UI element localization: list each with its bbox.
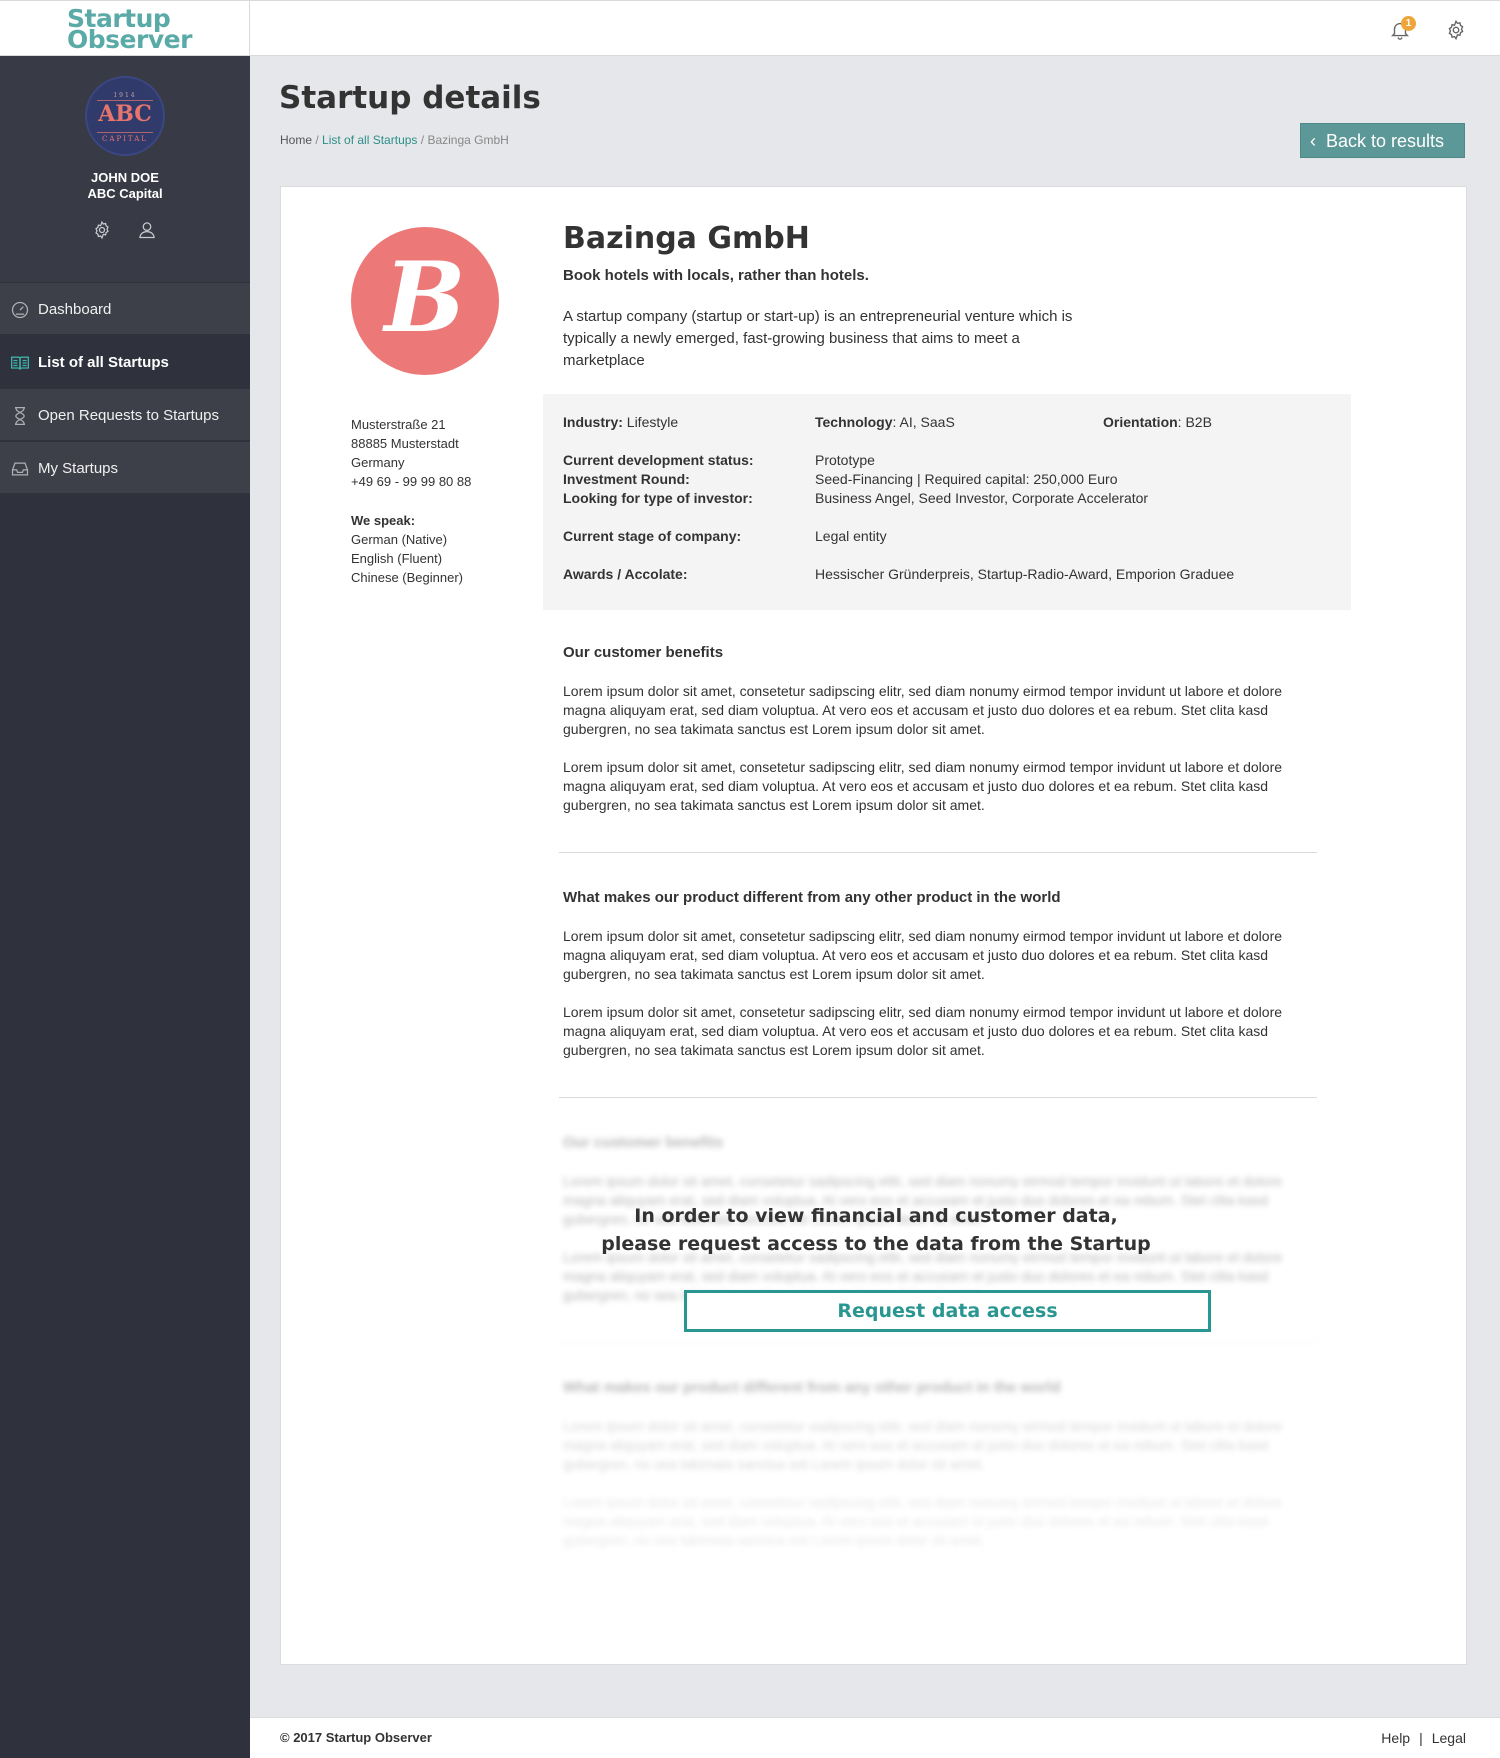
language-item: English (Fluent): [351, 551, 443, 566]
sidebar-item-label: List of all Startups: [38, 354, 169, 371]
sidebar-item-my-startups[interactable]: My Startups: [0, 442, 250, 495]
chevron-left-icon: ‹: [1310, 131, 1316, 151]
languages-heading: We speak:: [351, 513, 416, 528]
locked-section-divider: [559, 1342, 1317, 1343]
orientation-field: Orientation: B2B: [1103, 414, 1212, 430]
avatar-year: 1914: [113, 92, 137, 99]
industry-label: Industry:: [563, 414, 623, 430]
avatar-mark: ABC: [98, 101, 152, 127]
locked-section-paragraph: Lorem ipsum dolor sit amet, consetetur s…: [563, 1418, 1283, 1472]
sidebar-item-label: Open Requests to Startups: [38, 407, 219, 424]
startup-name: Bazinga GmbH: [563, 221, 810, 256]
section-heading: What makes our product different from an…: [563, 889, 1061, 906]
address-street: Musterstraße 21: [351, 417, 446, 432]
back-to-results-button[interactable]: ‹ Back to results: [1300, 123, 1465, 158]
footer-legal-link[interactable]: Legal: [1432, 1730, 1466, 1746]
data-access-message-line-2: please request access to the data from t…: [601, 1233, 1151, 1255]
section-paragraph: Lorem ipsum dolor sit amet, consetetur s…: [563, 928, 1283, 982]
logo-line-2: Observer: [67, 25, 192, 54]
locked-section-paragraph: Lorem ipsum dolor sit amet, consetetur s…: [563, 1494, 1283, 1548]
investor-type-label: Looking for type of investor:: [563, 490, 753, 506]
breadcrumb-current: Bazinga GmbH: [427, 133, 509, 147]
awards-label: Awards / Accolate:: [563, 566, 688, 582]
section-paragraph: Lorem ipsum dolor sit amet, consetetur s…: [563, 759, 1283, 813]
section-heading: Our customer benefits: [563, 644, 724, 661]
technology-value: : AI, SaaS: [892, 414, 955, 430]
dev-status-label: Current development status:: [563, 452, 754, 468]
industry-value: Lifestyle: [626, 414, 679, 430]
page-title: Startup details: [279, 80, 541, 116]
investor-type-value: Business Angel, Seed Investor, Corporate…: [815, 490, 1149, 506]
startup-description: A startup company (startup or start-up) …: [563, 308, 1073, 369]
data-access-message-line-1: In order to view financial and customer …: [634, 1205, 1118, 1227]
language-item: German (Native): [351, 532, 448, 547]
section-paragraph: Lorem ipsum dolor sit amet, consetetur s…: [563, 683, 1283, 737]
startup-address: Musterstraße 21 88885 Musterstadt German…: [351, 415, 471, 491]
avatar[interactable]: 1914 ABC CAPITAL: [85, 76, 165, 156]
app-logo[interactable]: Startup Observer: [0, 1, 250, 56]
hourglass-icon: [15, 407, 25, 425]
startup-logo-letter: B: [384, 241, 466, 354]
sidebar: 1914 ABC CAPITAL JOHN DOE ABC Capital Da…: [0, 56, 250, 1758]
investment-round-label: Investment Round:: [563, 471, 690, 487]
footer-divider: |: [1419, 1730, 1423, 1746]
locked-section-heading: Our customer benefits: [563, 1134, 724, 1151]
avatar-rule-bottom: [97, 132, 153, 133]
breadcrumb-home[interactable]: Home: [280, 133, 312, 147]
user-profile-icon[interactable]: [137, 220, 157, 240]
section-paragraph: Lorem ipsum dolor sit amet, consetetur s…: [563, 1004, 1283, 1058]
startup-logo: B: [351, 227, 499, 375]
sidebar-item-open-requests[interactable]: Open Requests to Startups: [0, 389, 250, 442]
technology-label: Technology: [815, 414, 893, 430]
footer-help-link[interactable]: Help: [1381, 1730, 1410, 1746]
section-divider: [559, 1097, 1317, 1098]
startup-info-panel: Industry: Lifestyle Technology: AI, SaaS…: [543, 394, 1351, 610]
company-stage-label: Current stage of company:: [563, 528, 742, 544]
sidebar-item-list-of-all-startups[interactable]: List of all Startups: [0, 336, 250, 389]
startup-detail-card: B Bazinga GmbH Book hotels with locals, …: [280, 186, 1467, 1665]
user-company: ABC Capital: [87, 186, 163, 201]
book-list-icon: [11, 356, 29, 370]
back-button-label: Back to results: [1326, 131, 1445, 151]
locked-section-heading: What makes our product different from an…: [563, 1379, 1061, 1396]
user-name: JOHN DOE: [91, 170, 159, 185]
dashboard-gauge-icon: [11, 301, 29, 319]
address-city: 88885 Musterstadt: [351, 436, 459, 451]
address-phone[interactable]: +49 69 - 99 99 80 88: [351, 472, 471, 491]
footer-links: Help | Legal: [1381, 1730, 1466, 1746]
sidebar-item-label: My Startups: [38, 460, 119, 477]
language-item: Chinese (Beginner): [351, 570, 464, 585]
startup-tagline: Book hotels with locals, rather than hot…: [563, 267, 869, 284]
request-data-access-button[interactable]: Request data access: [684, 1290, 1211, 1332]
awards-value: Hessischer Gründerpreis, Startup-Radio-A…: [815, 566, 1235, 582]
investment-round-value: Seed-Financing | Required capital: 250,0…: [815, 471, 1118, 487]
industry-field: Industry: Lifestyle: [563, 414, 678, 430]
technology-field: Technology: AI, SaaS: [815, 414, 955, 430]
top-bar: Startup Observer 1: [0, 0, 1500, 56]
dev-status-value: Prototype: [815, 452, 875, 468]
notification-badge: 1: [1401, 16, 1416, 31]
orientation-label: Orientation: [1103, 414, 1178, 430]
data-access-message: In order to view financial and customer …: [581, 1202, 1171, 1258]
orientation-value: : B2B: [1177, 414, 1212, 430]
section-divider: [559, 852, 1317, 853]
breadcrumb: Home / List of all Startups / Bazinga Gm…: [280, 133, 509, 147]
languages-block: We speak: German (Native) English (Fluen…: [351, 511, 463, 587]
sidebar-nav: Dashboard List of all Startups Open Requ…: [0, 283, 250, 495]
inbox-tray-icon: [11, 462, 29, 476]
avatar-sub: CAPITAL: [102, 135, 148, 143]
sidebar-item-label: Dashboard: [38, 301, 112, 318]
user-profile: 1914 ABC CAPITAL JOHN DOE ABC Capital: [0, 56, 250, 282]
profile-settings-icon[interactable]: [92, 220, 112, 240]
breadcrumb-list[interactable]: List of all Startups: [322, 133, 417, 147]
sidebar-item-dashboard[interactable]: Dashboard: [0, 283, 250, 336]
settings-gear-icon[interactable]: [1445, 19, 1467, 41]
footer: © 2017 Startup Observer Help | Legal: [250, 1717, 1500, 1758]
footer-copyright: © 2017 Startup Observer: [280, 1730, 432, 1745]
address-country: Germany: [351, 455, 405, 470]
company-stage-value: Legal entity: [815, 528, 887, 544]
